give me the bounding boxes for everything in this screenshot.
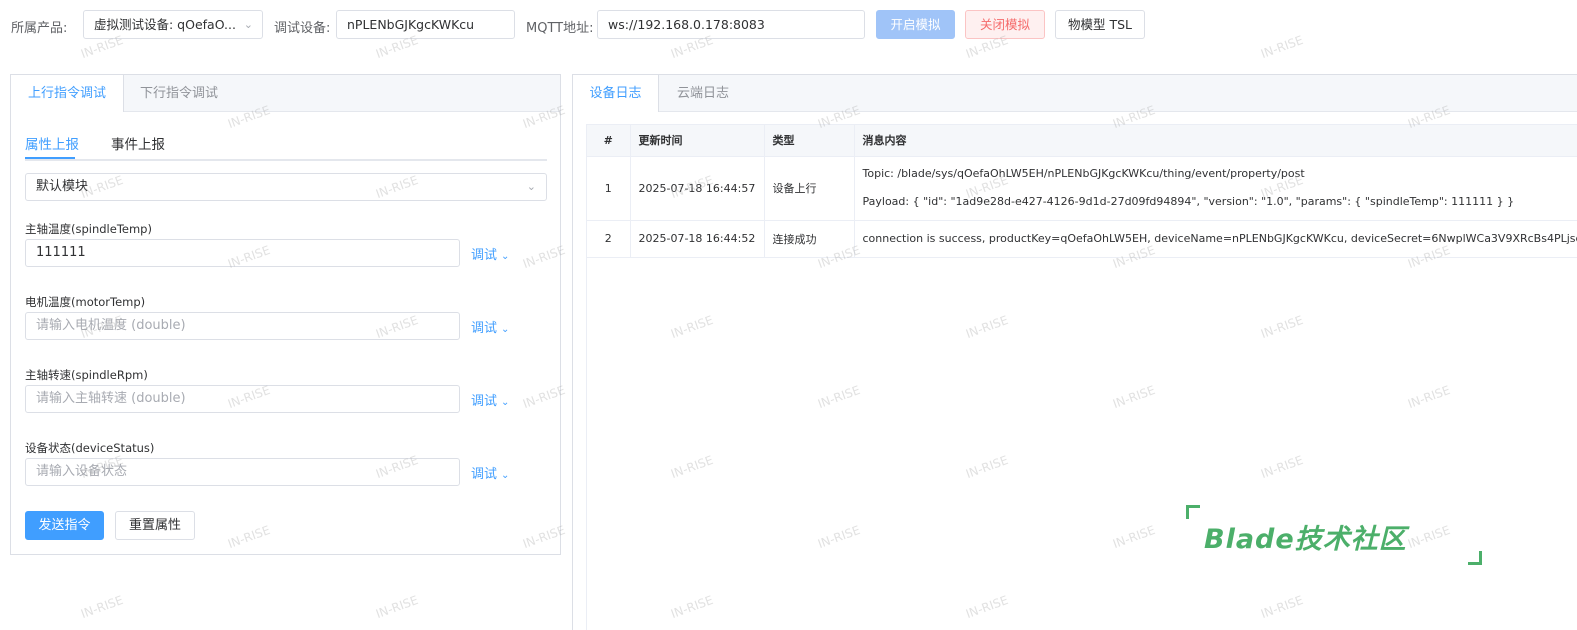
log-tabs: 设备日志 云端日志 bbox=[573, 75, 1577, 112]
device-status-input[interactable]: 请输入设备状态 bbox=[25, 458, 460, 486]
chevron-down-icon: ⌄ bbox=[526, 180, 536, 193]
product-select[interactable]: 虚拟测试设备: qOefaO... ⌄ bbox=[83, 10, 263, 39]
command-tabs: 上行指令调试 下行指令调试 bbox=[11, 75, 560, 112]
table-row: 1 2025-07-18 16:44:57 设备上行 Topic: /blade… bbox=[587, 156, 1577, 221]
log-table-container: # 更新时间 类型 消息内容 1 2025-07-18 16:44:57 设备上… bbox=[586, 124, 1577, 630]
watermark-text: IN-RISE bbox=[373, 592, 420, 622]
row-time: 2025-07-18 16:44:57 bbox=[630, 156, 765, 221]
mqtt-address-field[interactable]: ws://192.168.0.178:8083 bbox=[597, 10, 865, 39]
device-field[interactable]: nPLENbGJKgcKWKcu bbox=[336, 10, 515, 39]
tab-cloud-log[interactable]: 云端日志 bbox=[659, 75, 747, 112]
row-time: 2025-07-18 16:44:52 bbox=[630, 220, 765, 258]
product-select-value: 虚拟测试设备: qOefaO... bbox=[94, 17, 236, 32]
debug-label: 调试 bbox=[471, 394, 498, 409]
row-message: connection is success, productKey=qOefaO… bbox=[854, 220, 1577, 258]
start-simulation-button[interactable]: 开启模拟 bbox=[876, 10, 955, 39]
message-payload: Payload: { "id": "1ad9e28d-e427-4126-9d1… bbox=[862, 195, 1515, 208]
row-index: 2 bbox=[587, 220, 631, 258]
tsl-model-button[interactable]: 物模型 TSL bbox=[1055, 10, 1145, 39]
debug-device-status-button[interactable]: 调试 ⌄ bbox=[471, 463, 509, 482]
message-topic: Topic: /blade/sys/qOefaOhLW5EH/nPLENbGJK… bbox=[862, 167, 1305, 180]
tab-downstream-debug[interactable]: 下行指令调试 bbox=[124, 75, 234, 112]
command-debug-panel: 上行指令调试 下行指令调试 属性上报 事件上报 默认模块 ⌄ 主轴温度(spin… bbox=[10, 74, 561, 555]
mqtt-label: MQTT地址: bbox=[526, 21, 594, 36]
field-label-spindle-temp: 主轴温度(spindleTemp) bbox=[25, 222, 152, 236]
log-table: # 更新时间 类型 消息内容 1 2025-07-18 16:44:57 设备上… bbox=[587, 125, 1577, 258]
watermark-text: IN-RISE bbox=[78, 592, 125, 622]
field-label-spindle-rpm: 主轴转速(spindleRpm) bbox=[25, 368, 148, 382]
spindle-temp-input[interactable]: 111111 bbox=[25, 239, 460, 267]
column-header-time: 更新时间 bbox=[630, 125, 765, 157]
table-row: 2 2025-07-18 16:44:52 连接成功 connection is… bbox=[587, 220, 1577, 258]
column-header-message: 消息内容 bbox=[854, 125, 1577, 157]
stop-simulation-button[interactable]: 关闭模拟 bbox=[965, 10, 1045, 39]
reset-properties-button[interactable]: 重置属性 bbox=[115, 511, 195, 540]
tab-upstream-debug[interactable]: 上行指令调试 bbox=[11, 75, 124, 112]
active-tab-indicator bbox=[25, 157, 75, 159]
debug-label: 调试 bbox=[471, 248, 498, 263]
debug-spindle-rpm-button[interactable]: 调试 ⌄ bbox=[471, 390, 509, 409]
spindle-rpm-input[interactable]: 请输入主轴转速 (double) bbox=[25, 385, 460, 413]
column-header-index: # bbox=[587, 125, 631, 157]
module-select-value: 默认模块 bbox=[36, 179, 89, 194]
log-panel: 设备日志 云端日志 # 更新时间 类型 消息内容 1 2025-07-18 16… bbox=[572, 74, 1577, 630]
chevron-down-icon: ⌄ bbox=[501, 251, 510, 262]
message-spacer bbox=[863, 181, 1571, 195]
row-type: 设备上行 bbox=[764, 156, 855, 221]
row-index: 1 bbox=[587, 156, 631, 221]
chevron-down-icon: ⌄ bbox=[501, 397, 510, 408]
motor-temp-input[interactable]: 请输入电机温度 (double) bbox=[25, 312, 460, 340]
product-label: 所属产品: bbox=[11, 21, 68, 36]
table-header-row: # 更新时间 类型 消息内容 bbox=[587, 125, 1577, 157]
debug-motor-temp-button[interactable]: 调试 ⌄ bbox=[471, 317, 509, 336]
row-message: Topic: /blade/sys/qOefaOhLW5EH/nPLENbGJK… bbox=[854, 156, 1577, 221]
chevron-down-icon: ⌄ bbox=[501, 324, 510, 335]
row-type: 连接成功 bbox=[764, 220, 855, 258]
toolbar: 所属产品: 虚拟测试设备: qOefaO... ⌄ 调试设备: nPLENbGJ… bbox=[0, 0, 1577, 50]
debug-spindle-temp-button[interactable]: 调试 ⌄ bbox=[471, 244, 509, 263]
field-label-device-status: 设备状态(deviceStatus) bbox=[25, 441, 155, 455]
module-select[interactable]: 默认模块 ⌄ bbox=[25, 173, 547, 201]
debug-label: 调试 bbox=[471, 321, 498, 336]
chevron-down-icon: ⌄ bbox=[501, 470, 510, 481]
device-label: 调试设备: bbox=[274, 21, 331, 36]
debug-label: 调试 bbox=[471, 467, 498, 482]
tab-property-report[interactable]: 属性上报 bbox=[25, 133, 79, 153]
report-tabs: 属性上报 事件上报 bbox=[25, 133, 547, 161]
field-label-motor-temp: 电机温度(motorTemp) bbox=[25, 295, 146, 309]
tab-event-report[interactable]: 事件上报 bbox=[111, 133, 165, 153]
chevron-down-icon: ⌄ bbox=[243, 18, 253, 31]
send-command-button[interactable]: 发送指令 bbox=[25, 511, 104, 540]
column-header-type: 类型 bbox=[764, 125, 855, 157]
tab-device-log[interactable]: 设备日志 bbox=[573, 75, 659, 112]
